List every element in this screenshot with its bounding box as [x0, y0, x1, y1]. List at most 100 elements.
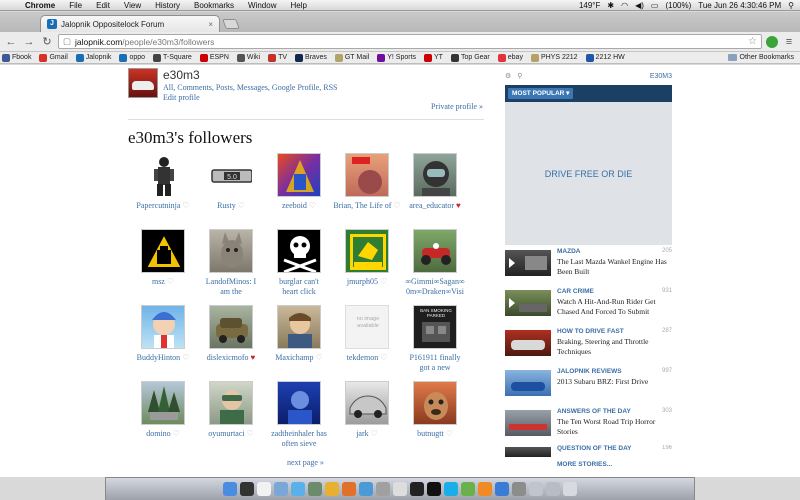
follower-name[interactable]: dislexicmofo ♥ [196, 353, 266, 363]
search-icon[interactable]: ⚲ [517, 72, 522, 80]
heart-icon-active[interactable]: ♥ [251, 353, 256, 362]
story-category[interactable]: MAZDA [557, 248, 580, 255]
link-all[interactable]: All [163, 83, 173, 92]
follower-avatar[interactable] [277, 305, 321, 349]
story-category[interactable]: QUESTION OF THE DAY [557, 445, 632, 452]
heart-icon[interactable]: ♡ [182, 353, 189, 362]
story-item[interactable]: MAZDA 205 The Last Mazda Wankel Engine H… [505, 248, 672, 282]
follower-avatar[interactable]: 5.0 [209, 153, 253, 197]
menu-help[interactable]: Help [283, 1, 313, 10]
follower-avatar[interactable]: BAN SMOKING PARKED [413, 305, 457, 349]
edit-profile-link[interactable]: Edit profile [163, 93, 200, 102]
story-category[interactable]: ANSWERS OF THE DAY [557, 408, 631, 415]
follower-name[interactable]: tekdemon ♡ [332, 353, 402, 363]
story-item[interactable]: ANSWERS OF THE DAY 303 The Ten Worst Roa… [505, 408, 672, 442]
story-thumbnail[interactable] [505, 250, 551, 276]
follower-name[interactable]: Brian, The Life of ♡ [332, 201, 402, 211]
link-posts[interactable]: Posts [216, 83, 233, 92]
bookmark-3[interactable]: oppo [119, 53, 145, 62]
follower-name[interactable]: domino ♡ [128, 429, 198, 439]
follower-avatar[interactable] [141, 153, 185, 197]
chrome-icon[interactable] [325, 482, 339, 496]
follower-avatar[interactable] [345, 229, 389, 273]
downloads-stack-icon[interactable] [529, 482, 543, 496]
link-google-profile[interactable]: Google Profile [272, 83, 319, 92]
bookmark-4[interactable]: T-Square [153, 53, 192, 62]
story-thumbnail[interactable] [505, 447, 551, 457]
story-headline[interactable]: The Last Mazda Wankel Engine Has Been Bu… [557, 257, 669, 277]
follower-name[interactable]: area_educator ♥ [400, 201, 470, 211]
follower-avatar[interactable] [413, 153, 457, 197]
bookmark-14[interactable]: PHYS 2212 [530, 53, 578, 62]
clock[interactable]: Tue Jun 26 4:30:46 PM [698, 1, 781, 10]
follower-avatar[interactable] [209, 305, 253, 349]
follower-avatar[interactable] [141, 305, 185, 349]
follower-avatar[interactable] [345, 381, 389, 425]
wrench-menu-icon[interactable]: ≡ [782, 35, 796, 49]
heart-icon[interactable]: ♡ [309, 201, 316, 210]
tab-jalopnik[interactable]: J Jalopnik Oppositelock Forum × [40, 15, 220, 32]
menu-file[interactable]: File [62, 1, 89, 10]
private-profile-link[interactable]: Private profile » [400, 102, 483, 111]
menu-app-chrome[interactable]: Chrome [18, 1, 62, 10]
follower-name[interactable]: burglar can't heart click [264, 277, 334, 297]
battery-icon[interactable]: ▭ [651, 1, 659, 10]
story-headline[interactable]: Watch A Hit-And-Run Rider Get Chased And… [557, 297, 669, 317]
follower-name[interactable]: Papercutninja ♡ [128, 201, 198, 211]
volume-icon[interactable]: ◀) [635, 1, 644, 10]
follower-name[interactable]: msz ♡ [128, 277, 198, 287]
link-comments[interactable]: Comments [177, 83, 212, 92]
follower-avatar[interactable] [209, 229, 253, 273]
utorrent-icon[interactable] [461, 482, 475, 496]
follower-name[interactable]: Rusty ♡ [196, 201, 266, 211]
story-thumbnail[interactable] [505, 290, 551, 316]
follower-avatar[interactable] [413, 229, 457, 273]
menu-view[interactable]: View [117, 1, 148, 10]
follower-name[interactable]: jark ♡ [332, 429, 402, 439]
bookmark-11[interactable]: YT [424, 53, 443, 62]
wifi-icon[interactable]: ◠ [621, 1, 628, 10]
bookmark-6[interactable]: Wiki [236, 53, 260, 62]
link-rss[interactable]: RSS [323, 83, 337, 92]
menu-edit[interactable]: Edit [89, 1, 117, 10]
reload-icon[interactable]: ↻ [40, 35, 54, 49]
spotlight-icon[interactable]: ⚲ [788, 1, 794, 10]
heart-icon[interactable]: ♡ [380, 353, 387, 362]
heart-icon[interactable]: ♡ [371, 429, 378, 438]
follower-name[interactable]: Maxichamp ♡ [264, 353, 334, 363]
follower-name[interactable]: butnugtt ♡ [400, 429, 470, 439]
story-headline[interactable]: Braking, Steering and Throttle Technique… [557, 337, 669, 357]
vlc-icon[interactable] [478, 482, 492, 496]
bookmark-5[interactable]: ESPN [199, 53, 229, 62]
firefox-icon[interactable] [342, 482, 356, 496]
story-category[interactable]: JALOPNIK REVIEWS [557, 368, 622, 375]
story-thumbnail[interactable] [505, 410, 551, 436]
calendar-icon[interactable] [257, 482, 271, 496]
extension-icon[interactable] [766, 35, 778, 48]
follower-name[interactable]: jmurph05 ♡ [332, 277, 402, 287]
next-page-link[interactable]: next page » [287, 458, 324, 467]
temperature-readout[interactable]: 149°F [579, 1, 600, 10]
heart-icon[interactable]: ♡ [247, 429, 254, 438]
more-stories-link[interactable]: MORE STORIES... [557, 461, 612, 468]
skype-icon[interactable] [444, 482, 458, 496]
follower-name[interactable]: P161911 finally got a new [400, 353, 470, 373]
follower-avatar[interactable] [277, 229, 321, 273]
sidebar-username[interactable]: E30M3 [650, 73, 672, 80]
follower-avatar[interactable] [277, 153, 321, 197]
preview-icon[interactable] [376, 482, 390, 496]
story-category[interactable]: HOW TO DRIVE FAST [557, 328, 624, 335]
trash-icon[interactable] [563, 482, 577, 496]
follower-name[interactable]: zeeboid ♡ [264, 201, 334, 211]
x11-icon[interactable] [410, 482, 424, 496]
story-headline[interactable]: The Ten Worst Road Trip Horror Stories [557, 417, 669, 437]
story-headline[interactable]: 2013 Subaru BRZ: First Drive [557, 377, 669, 387]
profile-avatar[interactable] [128, 68, 158, 98]
story-category[interactable]: CAR CRIME [557, 288, 594, 295]
follower-name[interactable]: BuddyHinton ♡ [128, 353, 198, 363]
follower-avatar[interactable] [345, 153, 389, 197]
heart-icon[interactable]: ♡ [316, 353, 323, 362]
bookmark-1[interactable]: Gmail [39, 53, 68, 62]
bookmark-10[interactable]: Y! Sports [377, 53, 416, 62]
safari-icon[interactable] [359, 482, 373, 496]
